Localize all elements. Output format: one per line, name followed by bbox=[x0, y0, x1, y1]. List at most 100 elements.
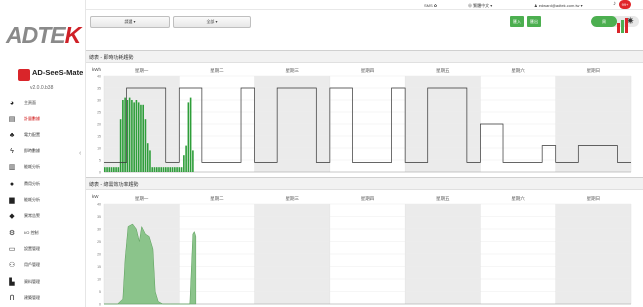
energy-bar bbox=[153, 167, 156, 172]
import-button[interactable]: 匯入 bbox=[510, 16, 524, 27]
energy-bar bbox=[115, 167, 117, 172]
y-axis-label: kWh bbox=[92, 67, 101, 72]
energy-bar bbox=[149, 150, 151, 172]
sidebar-item-label: 費用分析 bbox=[24, 181, 40, 186]
energy-bar bbox=[183, 155, 185, 172]
print-icon: ▤ bbox=[8, 116, 16, 123]
y-tick-label: 15 bbox=[97, 135, 101, 139]
meter-select[interactable]: 請選 ▾ bbox=[90, 16, 170, 28]
sidebar-item-label: 能耗分析 bbox=[24, 197, 40, 202]
truck-icon: ▙ bbox=[9, 279, 15, 286]
sidebar-item-home[interactable]: ◕ 主頁面 bbox=[0, 95, 86, 111]
y-tick-label: 25 bbox=[97, 111, 101, 115]
day-label: 星期三 bbox=[285, 68, 299, 74]
sidebar-item-io[interactable]: ⚙ I/O 控制 bbox=[0, 225, 86, 241]
energy-bar bbox=[140, 104, 142, 172]
collapse-sidebar-icon[interactable]: ‹ bbox=[79, 150, 81, 157]
y-tick-label: 10 bbox=[97, 278, 101, 282]
sidebar-item-energy[interactable]: ▥ 能耗分析 bbox=[0, 159, 86, 175]
y-tick-label: 20 bbox=[97, 253, 101, 257]
energy-bar bbox=[117, 167, 120, 172]
sidebar-item-alerts[interactable]: ◆ 異常告警 bbox=[0, 208, 86, 224]
sidebar-item-data[interactable]: ▙ 資料管理 bbox=[0, 274, 86, 290]
sidebar-item-settings[interactable]: ▭ 設置管理 bbox=[0, 241, 86, 257]
y-tick-label: 30 bbox=[97, 228, 101, 232]
sidebar-item-metering[interactable]: ▤ 計量數據 bbox=[0, 111, 86, 127]
day-label: 星期一 bbox=[135, 196, 149, 202]
filter-bar: 請選 ▾ 全部 ▾ 匯入 匯出 周 月 bbox=[86, 11, 643, 35]
user-menu[interactable]: ♟ edward@adtek.com.tw ▾ bbox=[534, 3, 583, 8]
top-bar: SMS ✿ ⊕ 繁體中文 ▾ ♟ edward@adtek.com.tw ▾ ♪ bbox=[86, 0, 643, 10]
app-badge-icon bbox=[18, 69, 30, 81]
sitemap-icon: ♣ bbox=[9, 131, 15, 139]
energy-bar bbox=[167, 167, 169, 172]
day-label: 星期三 bbox=[285, 196, 299, 202]
energy-bar bbox=[187, 102, 190, 172]
sms-menu[interactable]: SMS ✿ bbox=[424, 3, 437, 8]
day-label: 星期五 bbox=[436, 196, 450, 202]
window-icon: ▭ bbox=[8, 246, 16, 253]
pie-chart-icon: ◕ bbox=[9, 99, 15, 107]
energy-bar bbox=[164, 167, 167, 172]
export-button[interactable]: 匯出 bbox=[527, 16, 541, 27]
adtek-logo[interactable]: ADTEK bbox=[6, 22, 81, 49]
sidebar: ADTEK AD-SeeS-Mate v2.0.0.b38 ◕ 主頁面 ▤ 計量… bbox=[0, 0, 86, 307]
demand-trend-chart: 0 5 10 15 20 25 30 35 40 星期一 星期二 星期三 星期四 星期五 星期六 星期日 kW bbox=[92, 194, 632, 307]
bolt-icon: ϟ bbox=[10, 147, 14, 155]
day-label: 星期五 bbox=[436, 68, 450, 74]
sidebar-item-label: 設置管理 bbox=[24, 246, 40, 251]
notification-badge[interactable]: 99+ bbox=[619, 0, 631, 9]
y-tick-label: 0 bbox=[99, 171, 101, 175]
scope-select[interactable]: 全部 ▾ bbox=[173, 16, 251, 28]
energy-bar bbox=[189, 97, 192, 172]
sidebar-item-building-energy[interactable]: ▆ 能耗分析 bbox=[0, 192, 86, 208]
energy-bar bbox=[178, 167, 181, 172]
sidebar-item-label: 即時數據 bbox=[24, 148, 40, 153]
energy-bar bbox=[119, 119, 122, 172]
energy-bar bbox=[106, 167, 108, 172]
energy-bar bbox=[151, 167, 154, 172]
energy-bar bbox=[124, 97, 126, 172]
app-root: ADTEK AD-SeeS-Mate v2.0.0.b38 ◕ 主頁面 ▤ 計量… bbox=[0, 0, 643, 307]
energy-bar bbox=[146, 143, 149, 172]
y-tick-label: 40 bbox=[97, 203, 101, 207]
building-icon: ▆ bbox=[9, 197, 15, 204]
y-axis-label: kW bbox=[92, 194, 99, 199]
sidebar-item-label: 能耗分析 bbox=[24, 164, 40, 169]
building-alt-icon: Ո bbox=[9, 295, 15, 302]
energy-bar bbox=[155, 167, 158, 172]
y-tick-label: 25 bbox=[97, 240, 101, 244]
energy-bar bbox=[113, 167, 115, 172]
users-icon: ⚇ bbox=[8, 262, 16, 269]
energy-bar bbox=[122, 100, 124, 172]
sidebar-item-label: 資料管理 bbox=[24, 279, 40, 284]
energy-bar bbox=[180, 167, 183, 172]
sidebar-item-building[interactable]: Ո 建築管理 bbox=[0, 290, 86, 306]
energy-bar bbox=[131, 100, 133, 172]
sidebar-item-users[interactable]: ⚇ 用戶管理 bbox=[0, 257, 86, 273]
y-tick-label: 30 bbox=[97, 99, 101, 103]
panel-title: 總表 - 即時功耗趨勢 bbox=[86, 51, 643, 63]
day-label: 星期六 bbox=[511, 67, 525, 74]
app-name: AD-SeeS-Mate bbox=[32, 68, 84, 77]
day-label: 星期四 bbox=[361, 68, 375, 74]
energy-bar bbox=[135, 100, 138, 172]
y-tick-label: 40 bbox=[97, 75, 101, 79]
energy-bar bbox=[104, 167, 106, 172]
sidebar-item-power-config[interactable]: ♣ 電力配置 bbox=[0, 127, 86, 143]
day-label: 星期四 bbox=[361, 196, 375, 202]
sidebar-item-realtime[interactable]: ϟ 即時數據 bbox=[0, 143, 86, 159]
sidebar-item-cost[interactable]: ● 費用分析 bbox=[0, 176, 86, 192]
language-menu[interactable]: ⊕ 繁體中文 ▾ bbox=[468, 3, 492, 9]
energy-trend-panel: 總表 - 即時功耗趨勢 0 5 10 15 20 25 30 35 40 星期一 星期二 星期三 星期四… bbox=[86, 50, 643, 176]
y-tick-label: 0 bbox=[99, 303, 101, 307]
bell-icon[interactable]: ♪ bbox=[613, 1, 616, 7]
bar-chart-icon: ▥ bbox=[8, 164, 16, 171]
energy-trend-chart: 0 5 10 15 20 25 30 35 40 星期一 星期二 星期三 星期四 星期五 星期六 星期日 kWh bbox=[92, 67, 632, 175]
day-label: 星期日 bbox=[587, 68, 601, 74]
alert-icon: ◆ bbox=[9, 213, 15, 220]
day-label: 星期二 bbox=[210, 196, 224, 202]
sidebar-item-label: 主頁面 bbox=[24, 100, 36, 105]
toggle-week[interactable]: 周 bbox=[591, 16, 617, 27]
y-tick-label: 10 bbox=[97, 147, 101, 151]
